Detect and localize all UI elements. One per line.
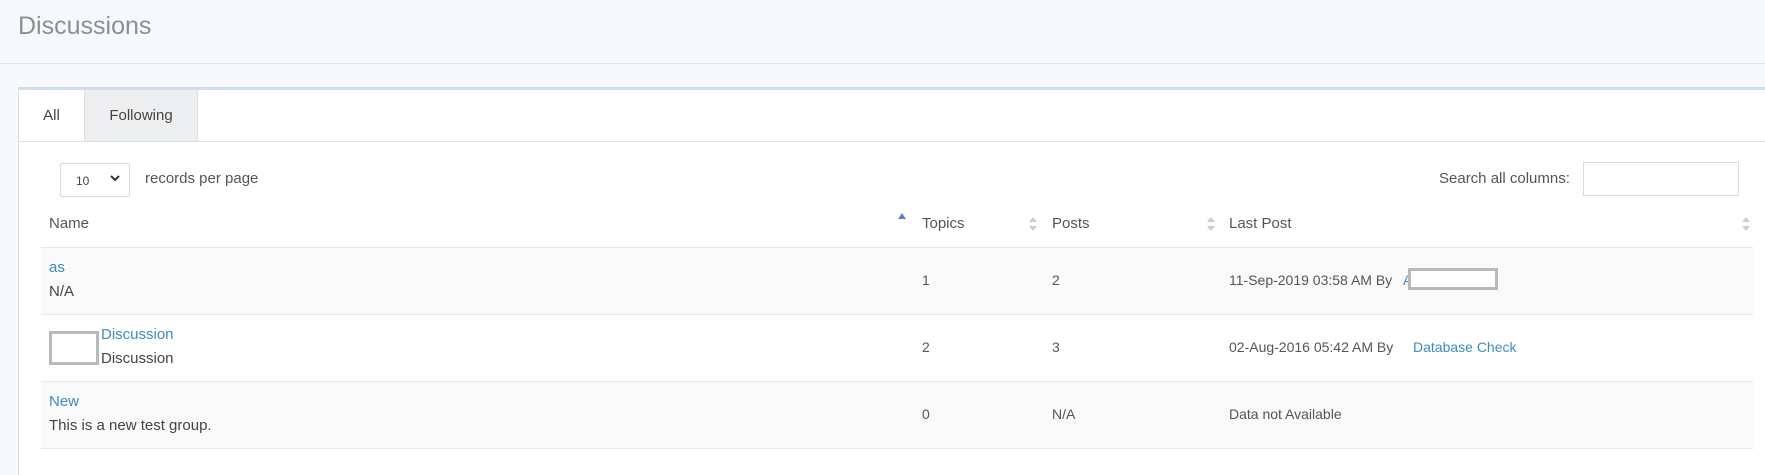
table-row: Discussion Discussion 2 3 02-Aug-2016 05… (41, 315, 1753, 382)
search-input[interactable] (1583, 162, 1739, 196)
table-row: New This is a new test group. 0 N/A Data… (41, 382, 1753, 449)
sort-icon[interactable] (1741, 201, 1751, 247)
sort-icon[interactable] (1206, 201, 1216, 247)
page-title: Discussions (18, 12, 152, 40)
posts-count: 3 (1052, 339, 1060, 355)
column-header-posts[interactable]: Posts (1052, 201, 1090, 247)
topics-count: 2 (922, 339, 930, 355)
last-post-info: 11-Sep-2019 03:58 AM By (1229, 272, 1393, 288)
chevron-down-icon (110, 175, 120, 182)
discussion-description: This is a new test group. (49, 417, 212, 434)
discussion-description: N/A (49, 283, 75, 300)
discussion-description: Discussion (101, 350, 174, 367)
records-per-page-value: 10 (76, 174, 90, 188)
sort-ascending-icon[interactable] (897, 201, 907, 247)
last-post-info: 02-Aug-2016 05:42 AM By (1229, 339, 1394, 355)
discussion-name-link[interactable]: New (49, 393, 79, 410)
topics-count: 0 (922, 406, 930, 422)
last-post-user-link[interactable]: Database Check (1413, 339, 1517, 355)
column-header-last-post[interactable]: Last Post (1229, 201, 1292, 247)
tab-following[interactable]: Following (84, 90, 198, 141)
search-label: Search all columns: (1439, 170, 1570, 187)
discussions-panel: All Following 10 records per page Search… (18, 87, 1765, 475)
redacted-block (1408, 268, 1498, 290)
column-header-name[interactable]: Name (49, 201, 89, 247)
sort-icon[interactable] (1028, 201, 1038, 247)
table-row: as N/A 1 2 11-Sep-2019 03:58 AM By A (41, 248, 1753, 315)
topics-count: 1 (922, 272, 930, 288)
tab-bar: All Following (19, 90, 1765, 142)
discussion-name-link[interactable]: as (49, 259, 65, 276)
redacted-block (49, 331, 99, 365)
posts-count: 2 (1052, 272, 1060, 288)
page-header: Discussions (0, 0, 1765, 64)
discussion-name-link[interactable]: Discussion (101, 326, 174, 343)
records-per-page-select[interactable]: 10 (60, 163, 130, 197)
column-header-topics[interactable]: Topics (922, 201, 965, 247)
posts-count: N/A (1052, 406, 1076, 422)
tab-all[interactable]: All (19, 90, 84, 141)
last-post-info: Data not Available (1229, 406, 1342, 422)
table-header: Name Topics Posts Last Post (41, 201, 1753, 248)
records-per-page-label: records per page (145, 170, 259, 187)
